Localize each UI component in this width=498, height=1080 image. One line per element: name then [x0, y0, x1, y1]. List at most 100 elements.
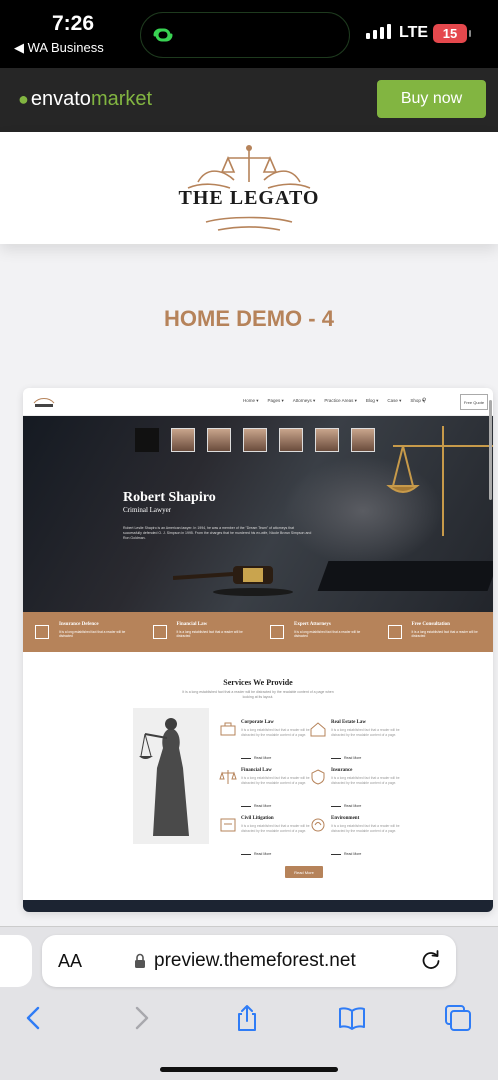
services-subtitle: It is a long established fact that a rea…	[182, 690, 334, 699]
avatar	[207, 428, 231, 452]
service-title: Environment	[331, 816, 360, 821]
previous-tab-peek[interactable]	[0, 935, 32, 987]
insurance-icon	[311, 769, 325, 785]
preview-menu: Home ▾ Pages ▾ Attorneys ▾ Practice Area…	[243, 398, 424, 404]
service-title: Real Estate Law	[331, 720, 366, 725]
preview-menu-item: Practice Areas ▾	[324, 398, 357, 403]
envato-logo-text: envato	[30, 88, 91, 110]
back-to-app-link[interactable]: ◀ WA Business	[14, 40, 104, 56]
service-desc: It is a long established fact that a rea…	[331, 824, 400, 833]
hero-description: Robert Leslie Shapiro is an American law…	[123, 526, 312, 540]
feature-item: Financial Law It is a long established f…	[141, 612, 259, 652]
preview-menu-item: Case ▾	[387, 398, 402, 403]
dynamic-island[interactable]	[140, 12, 350, 58]
document-icon	[35, 625, 49, 639]
scales-of-justice-image	[386, 426, 493, 536]
service-item: Environment It is a long established fac…	[309, 816, 409, 862]
services-title: Services We Provide	[223, 678, 293, 687]
service-item: Insurance It is a long established fact …	[309, 768, 409, 814]
text-size-button[interactable]: AA	[58, 951, 82, 972]
forward-icon[interactable]	[127, 1003, 157, 1033]
service-read-more: Read More	[331, 804, 361, 808]
gavel-image	[173, 566, 293, 596]
service-desc: It is a long established fact that a rea…	[241, 824, 310, 833]
consultation-icon	[387, 625, 402, 639]
real-estate-icon	[310, 722, 326, 737]
preview-navbar: Home ▾ Pages ▾ Attorneys ▾ Practice Area…	[23, 388, 493, 416]
feature-title: Free Consultation	[411, 622, 450, 627]
envato-logo[interactable]: ● envato market	[18, 88, 152, 111]
lock-icon	[135, 953, 145, 968]
battery-icon: 15	[433, 24, 471, 43]
network-type: LTE	[399, 24, 429, 41]
demo-title: HOME DEMO - 4	[164, 306, 334, 331]
avatar	[243, 428, 267, 452]
url-text[interactable]: preview.themeforest.net	[154, 950, 356, 972]
safari-toolbar: AA preview.themeforest.net	[0, 926, 498, 1080]
feature-item: Insurance Defence It is a long establish…	[23, 612, 141, 652]
battery-level: 15	[442, 26, 458, 41]
preview-menu-item: Attorneys ▾	[292, 398, 316, 403]
preview-scrollbar	[489, 400, 492, 500]
financial-law-icon	[219, 770, 237, 784]
reload-icon[interactable]	[420, 949, 442, 971]
service-desc: It is a long established fact that a rea…	[241, 728, 310, 737]
avatar	[315, 428, 339, 452]
service-read-more: Read More	[331, 852, 361, 856]
buy-now-button[interactable]: Buy now	[377, 80, 486, 118]
service-item: Corporate Law It is a long established f…	[219, 720, 319, 766]
preview-menu-item: Pages ▾	[267, 398, 284, 403]
preview-hero: Robert Shapiro Criminal Lawyer Robert Le…	[23, 416, 493, 612]
preview-menu-item: Blog ▾	[365, 398, 379, 403]
envato-logo-market: market	[90, 88, 153, 110]
hero-name: Robert Shapiro	[123, 490, 216, 505]
service-desc: It is a long established fact that a rea…	[331, 776, 400, 785]
service-read-more: Read More	[241, 852, 271, 856]
service-read-more: Read More	[331, 756, 361, 760]
service-read-more: Read More	[241, 756, 271, 760]
link-icon	[153, 28, 173, 42]
address-bar[interactable]: AA preview.themeforest.net	[42, 935, 456, 987]
feature-item: Free Consultation It is a long establish…	[376, 612, 494, 652]
chart-icon	[152, 625, 167, 639]
feature-title: Expert Attorneys	[294, 622, 331, 627]
back-icon[interactable]	[18, 1003, 48, 1033]
corporate-law-icon	[220, 722, 236, 736]
service-item: Real Estate Law It is a long established…	[309, 720, 409, 766]
avatar	[171, 428, 195, 452]
preview-logo	[33, 397, 55, 407]
demo-preview-card[interactable]: Home ▾ Pages ▾ Attorneys ▾ Practice Area…	[23, 388, 493, 912]
share-icon[interactable]	[232, 1003, 262, 1033]
lady-justice-image	[133, 708, 209, 844]
civil-litigation-icon	[220, 818, 236, 832]
feature-desc: It is a long established fact that a rea…	[294, 630, 361, 638]
feature-desc: It is a long established fact that a rea…	[176, 630, 243, 638]
theme-brand-header: THE LEGATO	[0, 132, 498, 244]
tabs-icon[interactable]	[443, 1003, 473, 1033]
preview-menu-item: Home ▾	[243, 398, 259, 403]
service-desc: It is a long established fact that a rea…	[331, 728, 400, 737]
preview-quote-button: Free Quote	[460, 394, 488, 410]
preview-footer-strip	[23, 900, 493, 912]
service-desc: It is a long established fact that a rea…	[241, 776, 310, 785]
feature-title: Insurance Defence	[59, 622, 99, 627]
search-icon: ⚲	[422, 398, 427, 404]
service-title: Financial Law	[241, 768, 272, 773]
avatar	[135, 428, 159, 452]
brand-name: THE LEGATO	[178, 187, 320, 209]
feature-desc: It is a long established fact that a rea…	[59, 630, 126, 638]
hero-role: Criminal Lawyer	[123, 506, 172, 514]
books-image	[317, 561, 493, 591]
leaf-icon: ●	[18, 89, 29, 109]
preview-read-more-button: Read More	[285, 866, 323, 878]
attorney-avatar-row	[135, 428, 375, 452]
bookmarks-icon[interactable]	[337, 1003, 367, 1033]
feature-desc: It is a long established fact that a rea…	[411, 630, 478, 638]
status-bar: 7:26 ◀ WA Business LTE 15	[0, 0, 498, 68]
feature-strip: Insurance Defence It is a long establish…	[23, 612, 493, 652]
attorney-icon	[270, 625, 284, 639]
home-indicator	[160, 1067, 338, 1072]
service-item: Financial Law It is a long established f…	[219, 768, 319, 814]
environment-icon	[311, 818, 325, 832]
signal-icon	[366, 24, 391, 39]
